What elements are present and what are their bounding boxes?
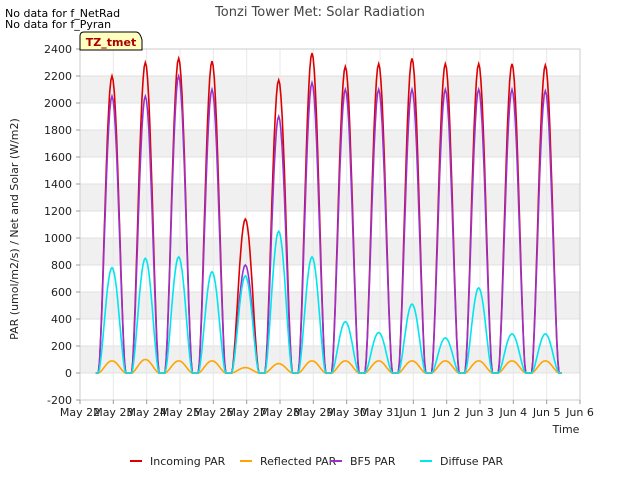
x-tick-label: Jun 6 bbox=[565, 406, 594, 419]
y-tick-label: 600 bbox=[51, 286, 72, 299]
legend-box-tz-tmet: TZ_tmet bbox=[79, 31, 143, 51]
x-tick-label: May 31 bbox=[360, 406, 400, 419]
y-tick-label: 1200 bbox=[44, 205, 72, 218]
y-axis-label: PAR (umol/m2/s) / Net and Solar (W/m2) bbox=[8, 118, 21, 340]
solar-radiation-chart: -200020040060080010001200140016001800200… bbox=[8, 5, 594, 468]
x-tick-label: Jun 5 bbox=[532, 406, 561, 419]
y-tick-label: 400 bbox=[51, 313, 72, 326]
y-axis-ticks: -200020040060080010001200140016001800200… bbox=[44, 43, 80, 407]
y-tick-label: 1000 bbox=[44, 232, 72, 245]
y-tick-label: 200 bbox=[51, 340, 72, 353]
x-axis-label: Time bbox=[552, 423, 580, 436]
y-tick-label: 0 bbox=[65, 367, 72, 380]
legend-label: Incoming PAR bbox=[150, 455, 226, 468]
x-tick-label: Jun 3 bbox=[465, 406, 494, 419]
y-tick-label: 1800 bbox=[44, 124, 72, 137]
plot-band bbox=[80, 76, 580, 103]
y-tick-label: 2200 bbox=[44, 70, 72, 83]
y-tick-label: 1400 bbox=[44, 178, 72, 191]
legend-box-label: TZ_tmet bbox=[86, 36, 136, 49]
plot-band bbox=[80, 130, 580, 157]
y-tick-label: 800 bbox=[51, 259, 72, 272]
y-tick-label: 2400 bbox=[44, 43, 72, 56]
legend: Incoming PAR Reflected PAR BF5 PAR Diffuse … bbox=[130, 455, 504, 468]
legend-label: Reflected PAR bbox=[260, 455, 337, 468]
x-axis-ticks: May 22May 23May 24May 25May 26May 27May … bbox=[60, 400, 594, 419]
legend-label: BF5 PAR bbox=[350, 455, 396, 468]
y-tick-label: 1600 bbox=[44, 151, 72, 164]
legend-label: Diffuse PAR bbox=[440, 455, 504, 468]
chart-title: Tonzi Tower Met: Solar Radiation bbox=[214, 5, 425, 20]
y-tick-label: 2000 bbox=[44, 97, 72, 110]
plot-band bbox=[80, 238, 580, 265]
x-tick-label: Jun 4 bbox=[498, 406, 527, 419]
series-line-bf5-par bbox=[95, 73, 562, 374]
x-tick-label: Jun 1 bbox=[398, 406, 427, 419]
x-tick-label: Jun 2 bbox=[432, 406, 461, 419]
